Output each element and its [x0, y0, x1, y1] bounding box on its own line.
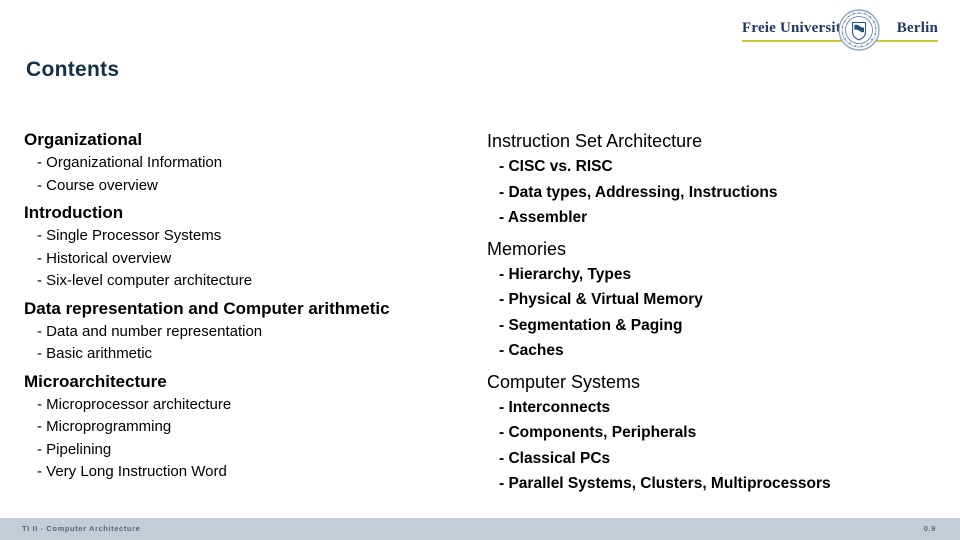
section-item: - Six-level computer architecture	[37, 272, 253, 289]
section-heading: Introduction	[24, 203, 124, 222]
section-item: - Data and number representation	[37, 322, 263, 340]
section-item: - Classical PCs	[499, 449, 611, 467]
outline-column-left: Organizational - Organizational Informat…	[24, 128, 464, 484]
slide-footer: TI II - Computer Architecture 0.9	[0, 518, 960, 540]
section-heading: Microarchitecture	[24, 371, 167, 391]
section-item: - Historical overview	[37, 249, 172, 267]
section-item: - Organizational Information	[37, 154, 223, 171]
outline-section: Microarchitecture - Microprocessor archi…	[24, 370, 464, 484]
footer-course-label: TI II - Computer Architecture	[22, 524, 141, 533]
section-item: - Pipelining	[37, 440, 112, 458]
outline-section: Introduction - Single Processor Systems …	[24, 201, 464, 293]
outline-section: Data representation and Computer arithme…	[24, 297, 464, 366]
section-heading: Organizational	[24, 130, 143, 149]
university-seal-icon	[838, 9, 880, 51]
section-heading: Data representation and Computer arithme…	[24, 298, 390, 318]
section-item: - Segmentation & Paging	[499, 316, 683, 334]
outline-section: Memories - Hierarchy, Types - Physical &…	[484, 236, 944, 364]
section-heading: Instruction Set Architecture	[487, 131, 703, 151]
page-title: Contents	[26, 58, 120, 81]
section-item: - Data types, Addressing, Instructions	[499, 183, 778, 201]
section-item: - Microprocessor architecture	[37, 395, 232, 413]
outline-section: Computer Systems - Interconnects - Compo…	[484, 369, 944, 497]
contents-outline: Organizational - Organizational Informat…	[0, 128, 960, 513]
outline-section: Organizational - Organizational Informat…	[24, 128, 464, 197]
section-item: - Physical & Virtual Memory	[499, 291, 703, 308]
section-item: - Assembler	[499, 209, 588, 226]
section-item: - Parallel Systems, Clusters, Multiproce…	[499, 475, 831, 492]
section-item: - Single Processor Systems	[37, 227, 222, 244]
section-heading: Memories	[487, 238, 567, 259]
slide-header: Freie Universität Berlin	[0, 0, 960, 58]
section-item: - Interconnects	[499, 398, 611, 416]
section-item: - Course overview	[37, 176, 158, 194]
logo-text-right: Berlin	[896, 20, 938, 36]
freie-universitaet-berlin-logo: Freie Universität Berlin	[742, 8, 938, 52]
section-item: - Microprogramming	[37, 418, 172, 435]
outline-column-right: Instruction Set Architecture - CISC vs. …	[484, 128, 944, 497]
footer-page-number: 0.9	[923, 524, 936, 533]
section-item: - Very Long Instruction Word	[37, 463, 227, 480]
section-item: - Components, Peripherals	[499, 424, 697, 441]
section-heading: Computer Systems	[487, 371, 641, 392]
outline-section: Instruction Set Architecture - CISC vs. …	[484, 128, 944, 231]
section-item: - Basic arithmetic	[37, 345, 153, 362]
section-item: - CISC vs. RISC	[499, 158, 613, 175]
section-item: - Hierarchy, Types	[499, 265, 632, 283]
section-item: - Caches	[499, 342, 564, 359]
